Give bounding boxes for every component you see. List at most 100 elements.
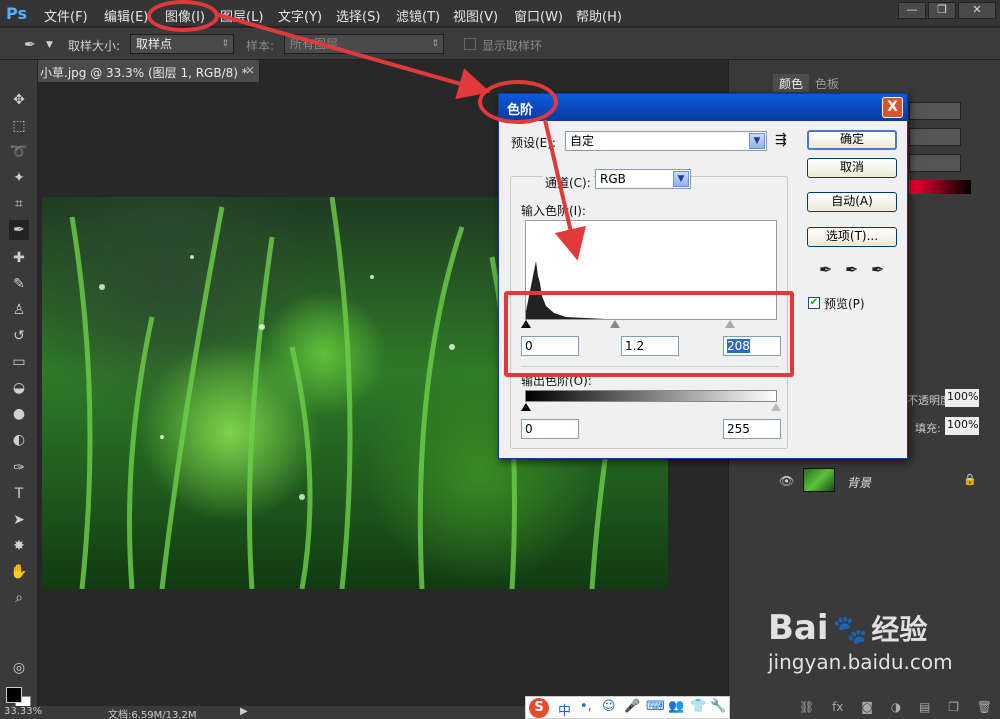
link-layers-icon[interactable]: ⛓: [799, 700, 814, 714]
ok-button[interactable]: 确定: [807, 130, 897, 150]
preset-select[interactable]: 自定 ▼: [565, 131, 767, 151]
path-selection-icon[interactable]: ➤: [9, 510, 29, 530]
select-arrows-icon: ⇕: [431, 39, 439, 49]
color-value-field[interactable]: [909, 154, 961, 172]
shape-tool-icon[interactable]: ✸: [9, 536, 29, 556]
dialog-close-button[interactable]: X: [882, 97, 903, 118]
levels-dialog: 色阶 X 预设(E): 自定 ▼ ⇶ 通道(C): RGB ▼ 输入色阶(I): 0…: [498, 93, 908, 459]
move-tool-icon[interactable]: ✥: [9, 90, 29, 110]
keyboard-icon[interactable]: ⌨: [646, 699, 665, 714]
menu-file[interactable]: 文件(F): [44, 6, 88, 25]
black-eyedropper-icon[interactable]: ✒: [819, 260, 832, 279]
healing-brush-icon[interactable]: ✚: [9, 248, 29, 268]
output-gradient-bar: [525, 390, 777, 402]
fx-icon[interactable]: fx: [832, 700, 843, 714]
visibility-eye-icon[interactable]: 👁: [779, 474, 794, 488]
stamp-tool-icon[interactable]: ♙: [9, 300, 29, 320]
menu-filter[interactable]: 滤镜(T): [396, 6, 440, 25]
auto-button[interactable]: 自动(A): [807, 192, 897, 212]
skin-icon[interactable]: 👕: [690, 699, 706, 714]
menu-window[interactable]: 窗口(W): [514, 6, 563, 25]
history-brush-icon[interactable]: ↺: [9, 326, 29, 346]
emoji-icon[interactable]: ☺: [602, 699, 616, 714]
menu-type[interactable]: 文字(Y): [278, 6, 322, 25]
brush-tool-icon[interactable]: ✎: [9, 274, 29, 294]
menu-layer[interactable]: 图层(L): [220, 6, 263, 25]
eraser-tool-icon[interactable]: ▭: [9, 352, 29, 372]
document-tab[interactable]: 小草.jpg @ 33.3% (图层 1, RGB/8) *: [38, 60, 260, 82]
sample-select[interactable]: 所有图层 ⇕: [284, 34, 444, 54]
annotation-rect-input-levels: [504, 291, 794, 377]
zoom-tool-icon[interactable]: ⌕: [9, 588, 29, 608]
color-ramp[interactable]: [909, 180, 971, 194]
crop-tool-icon[interactable]: ⌗: [9, 194, 29, 214]
mask-icon[interactable]: ◙: [861, 700, 873, 714]
hand-tool-icon[interactable]: ✋: [9, 562, 29, 582]
cancel-button[interactable]: 取消: [807, 158, 897, 178]
trash-icon[interactable]: 🗑: [977, 700, 992, 714]
options-button[interactable]: 选项(T)...: [807, 227, 897, 247]
color-value-field[interactable]: [909, 128, 961, 146]
paw-icon: 🐾: [832, 613, 868, 646]
show-ring-checkbox[interactable]: [464, 38, 476, 50]
pen-tool-icon[interactable]: ✑: [9, 458, 29, 478]
dodge-tool-icon[interactable]: ◐: [9, 430, 29, 450]
minimize-button[interactable]: —: [898, 2, 926, 19]
menu-select[interactable]: 选择(S): [336, 6, 380, 25]
type-tool-icon[interactable]: T: [9, 484, 29, 504]
tool-preset-chevron-icon[interactable]: ▼: [46, 40, 53, 50]
microphone-icon[interactable]: 🎤: [624, 699, 640, 714]
output-black-field[interactable]: 0: [521, 419, 579, 439]
preset-menu-icon[interactable]: ⇶: [775, 132, 787, 148]
fill-input[interactable]: 100%: [945, 417, 979, 435]
menu-edit[interactable]: 编辑(E): [104, 6, 148, 25]
channel-select[interactable]: RGB ▼: [595, 169, 691, 189]
tab-color[interactable]: 颜色: [773, 74, 810, 92]
output-white-field[interactable]: 255: [723, 419, 781, 439]
sample-label: 样本:: [246, 39, 275, 53]
white-eyedropper-icon[interactable]: ✒: [871, 260, 884, 279]
quick-mask-icon[interactable]: ◎: [9, 658, 29, 678]
blur-tool-icon[interactable]: ●: [9, 404, 29, 424]
eyedropper-tool-icon[interactable]: ✒: [9, 220, 29, 240]
foreground-color-swatch[interactable]: [6, 687, 22, 703]
new-layer-icon[interactable]: ❐: [948, 700, 959, 714]
marquee-tool-icon[interactable]: ⬚: [9, 116, 29, 136]
folder-icon[interactable]: ▤: [919, 700, 930, 714]
color-value-field[interactable]: [909, 102, 961, 120]
restore-button[interactable]: ❐: [928, 2, 956, 19]
sogou-logo-icon: S: [529, 698, 549, 718]
watermark-brand2: 经验: [871, 613, 928, 646]
tab-swatches[interactable]: 色板: [809, 74, 845, 92]
dropdown-arrow-icon: ▼: [673, 171, 689, 187]
zoom-level[interactable]: 33.33%: [4, 706, 42, 717]
gray-eyedropper-icon[interactable]: ✒: [845, 260, 858, 279]
lasso-tool-icon[interactable]: ➰: [9, 142, 29, 162]
menu-help[interactable]: 帮助(H): [576, 6, 622, 25]
layers-footer: ⛓ fx ◙ ◑ ▤ ❐ 🗑: [799, 700, 999, 718]
paint-bucket-icon[interactable]: ◒: [9, 378, 29, 398]
preview-checkbox[interactable]: ✔: [808, 297, 820, 309]
sample-size-select[interactable]: 取样点 ⇕: [130, 34, 234, 54]
layer-thumbnail: [803, 468, 835, 492]
opacity-input[interactable]: 100%: [945, 389, 979, 407]
settings-wrench-icon[interactable]: 🔧: [710, 699, 726, 714]
dialog-titlebar[interactable]: 色阶 X: [499, 94, 907, 121]
output-white-slider[interactable]: [771, 403, 781, 411]
close-document-icon[interactable]: ×: [245, 63, 255, 77]
status-menu-arrow-icon[interactable]: ▶: [240, 706, 248, 717]
ime-mode-label[interactable]: 中: [558, 700, 571, 719]
user-icon[interactable]: 👥: [668, 699, 684, 714]
adjustment-icon[interactable]: ◑: [891, 700, 901, 714]
eyedropper-icon[interactable]: ✒: [24, 37, 36, 53]
output-black-slider[interactable]: [521, 403, 531, 411]
layer-row-background[interactable]: 👁 背景 🔒: [769, 466, 1000, 496]
document-info: 文档:6.59M/13.2M: [108, 710, 197, 719]
close-window-button[interactable]: ✕: [958, 2, 996, 19]
preview-label: 预览(P): [824, 297, 865, 311]
punctuation-icon[interactable]: •,: [580, 699, 592, 714]
magic-wand-icon[interactable]: ✦: [9, 168, 29, 188]
menu-view[interactable]: 视图(V): [453, 6, 498, 25]
tools-panel: ✥ ⬚ ➰ ✦ ⌗ ✒ ✚ ✎ ♙ ↺ ▭ ◒ ● ◐ ✑ T ➤ ✸ ✋ ⌕ …: [0, 60, 38, 719]
ime-toolbar[interactable]: S 中 •, ☺ 🎤 ⌨ 👥 👕 🔧: [525, 696, 730, 719]
